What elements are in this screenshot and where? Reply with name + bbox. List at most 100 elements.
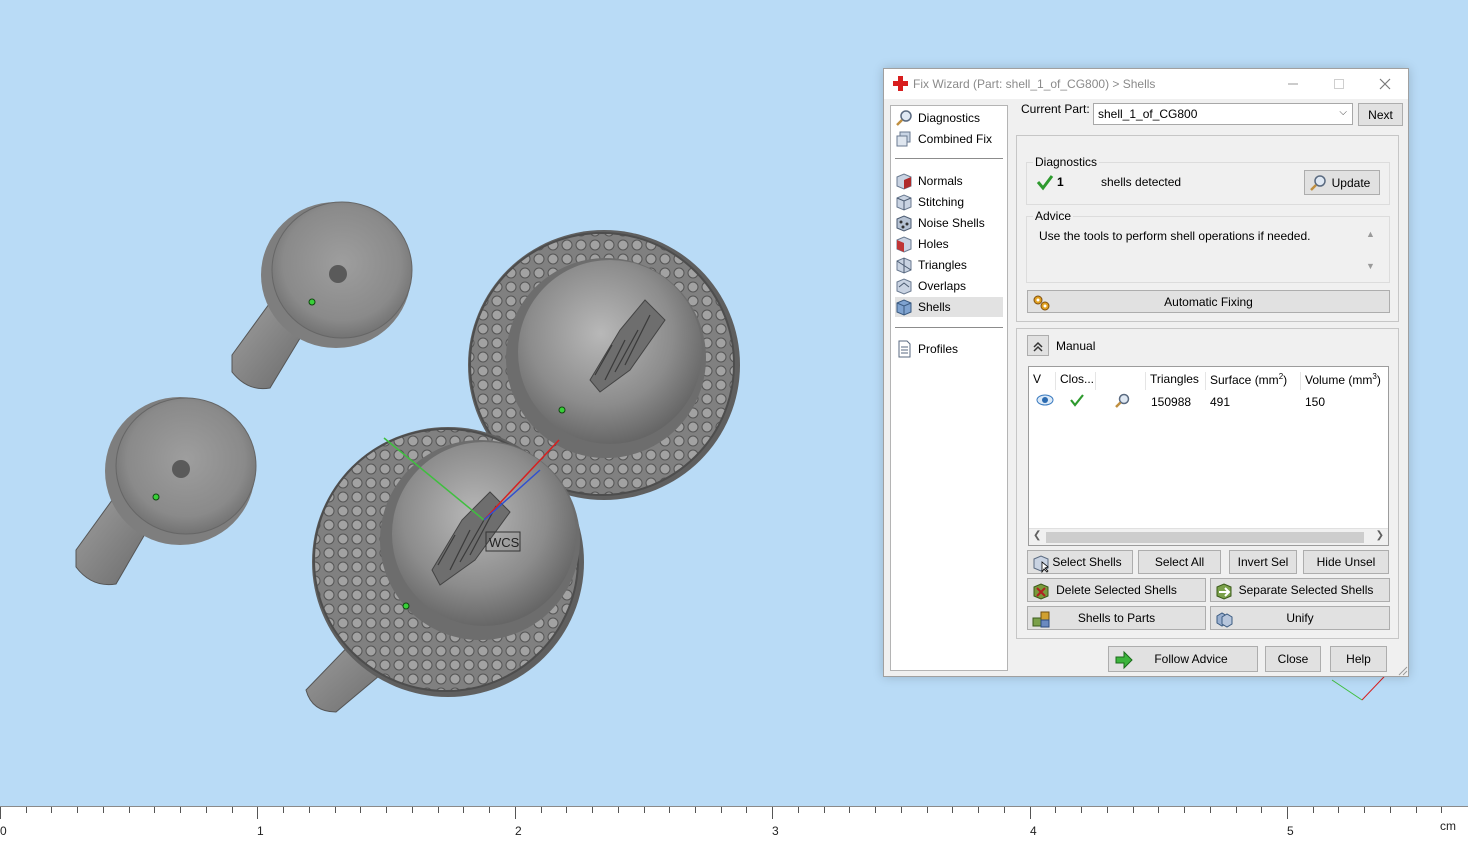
- separate-selected-shells-label: Separate Selected Shells: [1238, 583, 1374, 597]
- nav-overlaps-label: Overlaps: [918, 279, 967, 293]
- ruler-minor-tick: [644, 807, 645, 813]
- follow-advice-label: Follow Advice: [1154, 652, 1228, 666]
- automatic-fixing-button[interactable]: Automatic Fixing: [1027, 290, 1390, 313]
- row-surface: 491: [1210, 395, 1231, 409]
- ruler-minor-tick: [721, 807, 722, 813]
- zoom-to-shell-icon[interactable]: [1113, 392, 1131, 410]
- nav-diagnostics[interactable]: Diagnostics: [895, 108, 1003, 128]
- nav-profiles[interactable]: Profiles: [895, 339, 1003, 359]
- ruler-minor-tick: [901, 807, 902, 813]
- nav-profiles-label: Profiles: [918, 342, 959, 356]
- small-part-upper[interactable]: [231, 201, 413, 390]
- resize-grip-icon[interactable]: [1398, 666, 1408, 676]
- col-triangles-label: Triangles: [1150, 372, 1199, 386]
- delete-selected-shells-button[interactable]: Delete Selected Shells: [1027, 578, 1206, 602]
- ruler-number: 2: [515, 824, 522, 838]
- update-button[interactable]: Update: [1304, 170, 1380, 195]
- maximize-button[interactable]: [1316, 69, 1362, 99]
- nav-normals-label: Normals: [918, 174, 963, 188]
- col-surface-label: Surface (mm: [1210, 373, 1279, 387]
- select-shells-button[interactable]: Select Shells: [1027, 550, 1133, 574]
- update-label: Update: [1331, 175, 1371, 190]
- ruler-minor-tick: [412, 807, 413, 813]
- next-label: Next: [1368, 107, 1393, 122]
- nav-combined-fix[interactable]: Combined Fix: [895, 129, 1003, 149]
- current-part-label: Current Part:: [1021, 102, 1090, 116]
- ruler-minor-tick: [1236, 807, 1237, 813]
- col-volume[interactable]: Volume (mm3): [1301, 372, 1389, 390]
- ruler-minor-tick: [1261, 807, 1262, 813]
- ruler-minor-tick: [463, 807, 464, 813]
- ruler-minor-tick: [335, 807, 336, 813]
- ruler-minor-tick: [1441, 807, 1442, 813]
- hide-unsel-button[interactable]: Hide Unsel: [1303, 550, 1389, 574]
- minimize-button[interactable]: [1270, 69, 1316, 99]
- select-all-button[interactable]: Select All: [1138, 550, 1221, 574]
- separate-selected-shells-button[interactable]: Separate Selected Shells: [1210, 578, 1390, 602]
- nav-holes[interactable]: Holes: [895, 234, 1003, 254]
- title-bar[interactable]: Fix Wizard (Part: shell_1_of_CG800) > Sh…: [884, 69, 1408, 99]
- horizontal-scrollbar[interactable]: ❮ ❯: [1029, 528, 1388, 545]
- ruler-minor-tick: [541, 807, 542, 813]
- col-action[interactable]: [1096, 372, 1146, 390]
- current-part-combo[interactable]: shell_1_of_CG800 ⌵: [1093, 103, 1353, 125]
- invert-sel-button[interactable]: Invert Sel: [1229, 550, 1297, 574]
- col-triangles[interactable]: Triangles: [1146, 372, 1206, 390]
- nav-shells[interactable]: Shells: [895, 297, 1003, 317]
- nav-overlaps[interactable]: Overlaps: [895, 276, 1003, 296]
- wcs-label: WCS: [489, 535, 520, 550]
- select-shells-label: Select Shells: [1052, 555, 1122, 569]
- ruler-minor-tick: [26, 807, 27, 813]
- unify-label: Unify: [1286, 611, 1314, 625]
- shells-to-parts-button[interactable]: Shells to Parts: [1027, 606, 1206, 630]
- col-closed[interactable]: Clos...: [1056, 372, 1096, 390]
- shells-cube-icon: [896, 299, 912, 316]
- ruler-minor-tick: [1133, 807, 1134, 813]
- close-button[interactable]: Close: [1265, 646, 1321, 672]
- holes-cube-icon: [896, 236, 912, 253]
- manual-title: Manual: [1056, 339, 1096, 353]
- nav-combined-fix-label: Combined Fix: [918, 132, 993, 146]
- maximize-icon: [1334, 79, 1344, 89]
- col-surface[interactable]: Surface (mm2): [1206, 372, 1301, 390]
- eye-icon[interactable]: [1036, 393, 1054, 407]
- nav-separator: [895, 327, 1003, 328]
- ruler-minor-tick: [849, 807, 850, 813]
- advice-title: Advice: [1033, 209, 1074, 223]
- nav-stitching[interactable]: Stitching: [895, 192, 1003, 212]
- normals-cube-icon: [896, 173, 912, 190]
- next-button[interactable]: Next: [1358, 103, 1403, 126]
- advice-groupbox: [1026, 216, 1390, 283]
- scroll-right-icon[interactable]: ❯: [1376, 530, 1384, 541]
- overlaps-cube-icon: [896, 278, 912, 295]
- nav-triangles[interactable]: Triangles: [895, 255, 1003, 275]
- close-window-button[interactable]: [1362, 69, 1408, 99]
- follow-advice-button[interactable]: Follow Advice: [1108, 646, 1258, 672]
- help-button[interactable]: Help: [1330, 646, 1387, 672]
- nav-normals[interactable]: Normals: [895, 171, 1003, 191]
- select-all-label: Select All: [1154, 555, 1205, 569]
- wizard-nav-panel[interactable]: Diagnostics Combined Fix Normals Stitchi…: [890, 105, 1008, 671]
- row-triangles: 150988: [1151, 395, 1192, 409]
- small-part-lower[interactable]: [75, 397, 257, 586]
- double-chevron-up-icon: [1033, 341, 1043, 352]
- collapse-manual-button[interactable]: [1027, 335, 1049, 356]
- advice-scroll-up[interactable]: ▲: [1366, 229, 1375, 239]
- scroll-thumb[interactable]: [1046, 532, 1364, 543]
- ruler-major-tick: [515, 807, 516, 819]
- col-visible[interactable]: V: [1029, 372, 1056, 390]
- ruler-minor-tick: [283, 807, 284, 813]
- unify-button[interactable]: Unify: [1210, 606, 1390, 630]
- noise-shells-icon: [896, 215, 912, 232]
- nav-noise-shells[interactable]: Noise Shells: [895, 213, 1003, 233]
- delete-shell-icon: [1033, 583, 1049, 600]
- scroll-left-icon[interactable]: ❮: [1033, 530, 1041, 541]
- minimize-icon: [1288, 83, 1298, 85]
- shell-part-lower[interactable]: [305, 427, 584, 713]
- shells-table[interactable]: V Clos... Triangles Surface (mm2) Volume…: [1028, 366, 1389, 546]
- help-label: Help: [1346, 652, 1371, 666]
- green-arrow-icon: [1115, 650, 1133, 670]
- advice-scroll-down[interactable]: ▼: [1366, 261, 1375, 271]
- shells-to-parts-icon: [1032, 611, 1050, 628]
- ruler-number: 1: [257, 824, 264, 838]
